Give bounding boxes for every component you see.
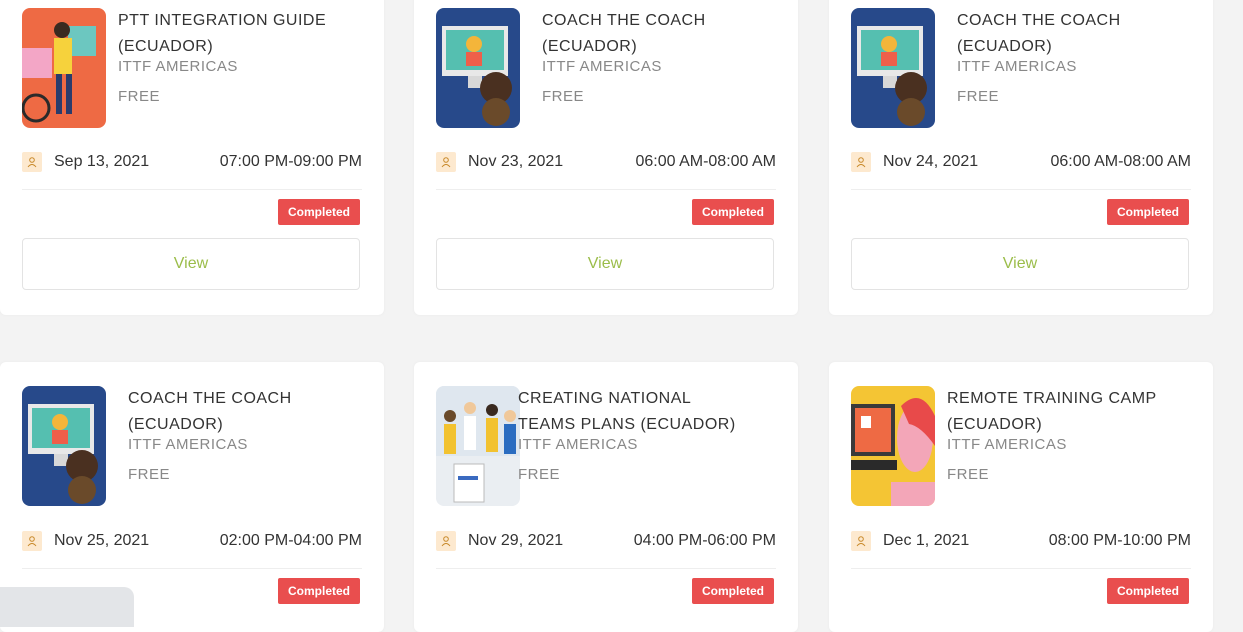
event-meta: Nov 29, 2021 04:00 PM-06:00 PM <box>436 524 776 558</box>
status-badge: Completed <box>277 578 360 604</box>
event-date: Nov 25, 2021 <box>54 532 150 549</box>
view-button[interactable]: View <box>22 238 360 290</box>
floating-widget-tab[interactable] <box>0 587 134 627</box>
event-thumbnail <box>436 8 520 128</box>
event-title: PTT INTEGRATION GUIDE (ECUADOR) ITTF AME… <box>118 12 327 105</box>
user-icon <box>436 531 456 551</box>
video-call-monitor-icon <box>22 386 106 506</box>
event-time: 04:00 PM-06:00 PM <box>633 532 776 549</box>
event-date: Sep 13, 2021 <box>54 153 150 170</box>
event-meta: Sep 13, 2021 07:00 PM-09:00 PM <box>22 145 362 179</box>
event-price: Free <box>518 466 561 483</box>
event-thumbnail <box>22 386 106 506</box>
user-icon <box>851 531 871 551</box>
status-badge: Completed <box>1106 199 1189 225</box>
event-price: Free <box>118 88 161 105</box>
event-thumbnail <box>851 386 935 506</box>
event-title: COACH THE COACH (ECUADOR) ITTF AMERICAS … <box>957 12 1121 105</box>
user-icon <box>851 152 871 172</box>
user-icon <box>436 152 456 172</box>
event-meta: Nov 23, 2021 06:00 AM-08:00 AM <box>436 145 776 179</box>
event-date: Nov 29, 2021 <box>468 532 564 549</box>
event-title: REMOTE TRAINING CAMP (ECUADOR) ITTF AMER… <box>947 390 1157 483</box>
divider <box>22 189 362 190</box>
event-meta: Nov 25, 2021 02:00 PM-04:00 PM <box>22 524 362 558</box>
status-badge: Completed <box>691 578 774 604</box>
team-plans-icon <box>436 386 520 506</box>
event-thumbnail <box>22 8 106 128</box>
divider <box>436 189 776 190</box>
event-thumbnail <box>851 8 935 128</box>
view-button[interactable]: View <box>851 238 1189 290</box>
event-title: CREATING NATIONAL TEAMS PLANS (ECUADOR) … <box>518 390 736 483</box>
user-icon <box>22 531 42 551</box>
event-meta: Dec 1, 2021 08:00 PM-10:00 PM <box>851 524 1191 558</box>
event-thumbnail <box>436 386 520 506</box>
status-badge: Completed <box>1106 578 1189 604</box>
event-card: COACH THE COACH (ECUADOR) ITTF AMERICAS … <box>414 0 798 315</box>
event-card: CREATING NATIONAL TEAMS PLANS (ECUADOR) … <box>414 362 798 632</box>
event-card: PTT INTEGRATION GUIDE (ECUADOR) ITTF AME… <box>0 0 384 315</box>
event-organizer: ITTF AMERICAS <box>118 58 238 75</box>
video-call-monitor-icon <box>851 8 935 128</box>
event-price: Free <box>128 466 171 483</box>
event-organizer: ITTF AMERICAS <box>947 436 1067 453</box>
event-organizer: ITTF AMERICAS <box>542 58 662 75</box>
event-time: 08:00 PM-10:00 PM <box>1048 532 1191 549</box>
view-button[interactable]: View <box>436 238 774 290</box>
event-date: Nov 24, 2021 <box>883 153 979 170</box>
video-call-monitor-icon <box>436 8 520 128</box>
event-title: COACH THE COACH (ECUADOR) ITTF AMERICAS … <box>128 390 292 483</box>
divider <box>436 568 776 569</box>
event-title: COACH THE COACH (ECUADOR) ITTF AMERICAS … <box>542 12 706 105</box>
para-athlete-puzzle-icon <box>22 8 106 128</box>
divider <box>22 568 362 569</box>
divider <box>851 568 1191 569</box>
divider <box>851 189 1191 190</box>
event-organizer: ITTF AMERICAS <box>957 58 1077 75</box>
user-icon <box>22 152 42 172</box>
event-organizer: ITTF AMERICAS <box>128 436 248 453</box>
status-badge: Completed <box>691 199 774 225</box>
event-date: Dec 1, 2021 <box>883 532 970 549</box>
event-organizer: ITTF AMERICAS <box>518 436 638 453</box>
event-price: Free <box>957 88 1000 105</box>
event-card: REMOTE TRAINING CAMP (ECUADOR) ITTF AMER… <box>829 362 1213 632</box>
event-card: COACH THE COACH (ECUADOR) ITTF AMERICAS … <box>829 0 1213 315</box>
event-time: 07:00 PM-09:00 PM <box>219 153 362 170</box>
status-badge: Completed <box>277 199 360 225</box>
event-time: 06:00 AM-08:00 AM <box>1050 153 1191 170</box>
event-price: Free <box>542 88 585 105</box>
event-time: 06:00 AM-08:00 AM <box>635 153 776 170</box>
event-date: Nov 23, 2021 <box>468 153 564 170</box>
event-time: 02:00 PM-04:00 PM <box>219 532 362 549</box>
event-meta: Nov 24, 2021 06:00 AM-08:00 AM <box>851 145 1191 179</box>
event-price: Free <box>947 466 990 483</box>
remote-training-icon <box>851 386 935 506</box>
